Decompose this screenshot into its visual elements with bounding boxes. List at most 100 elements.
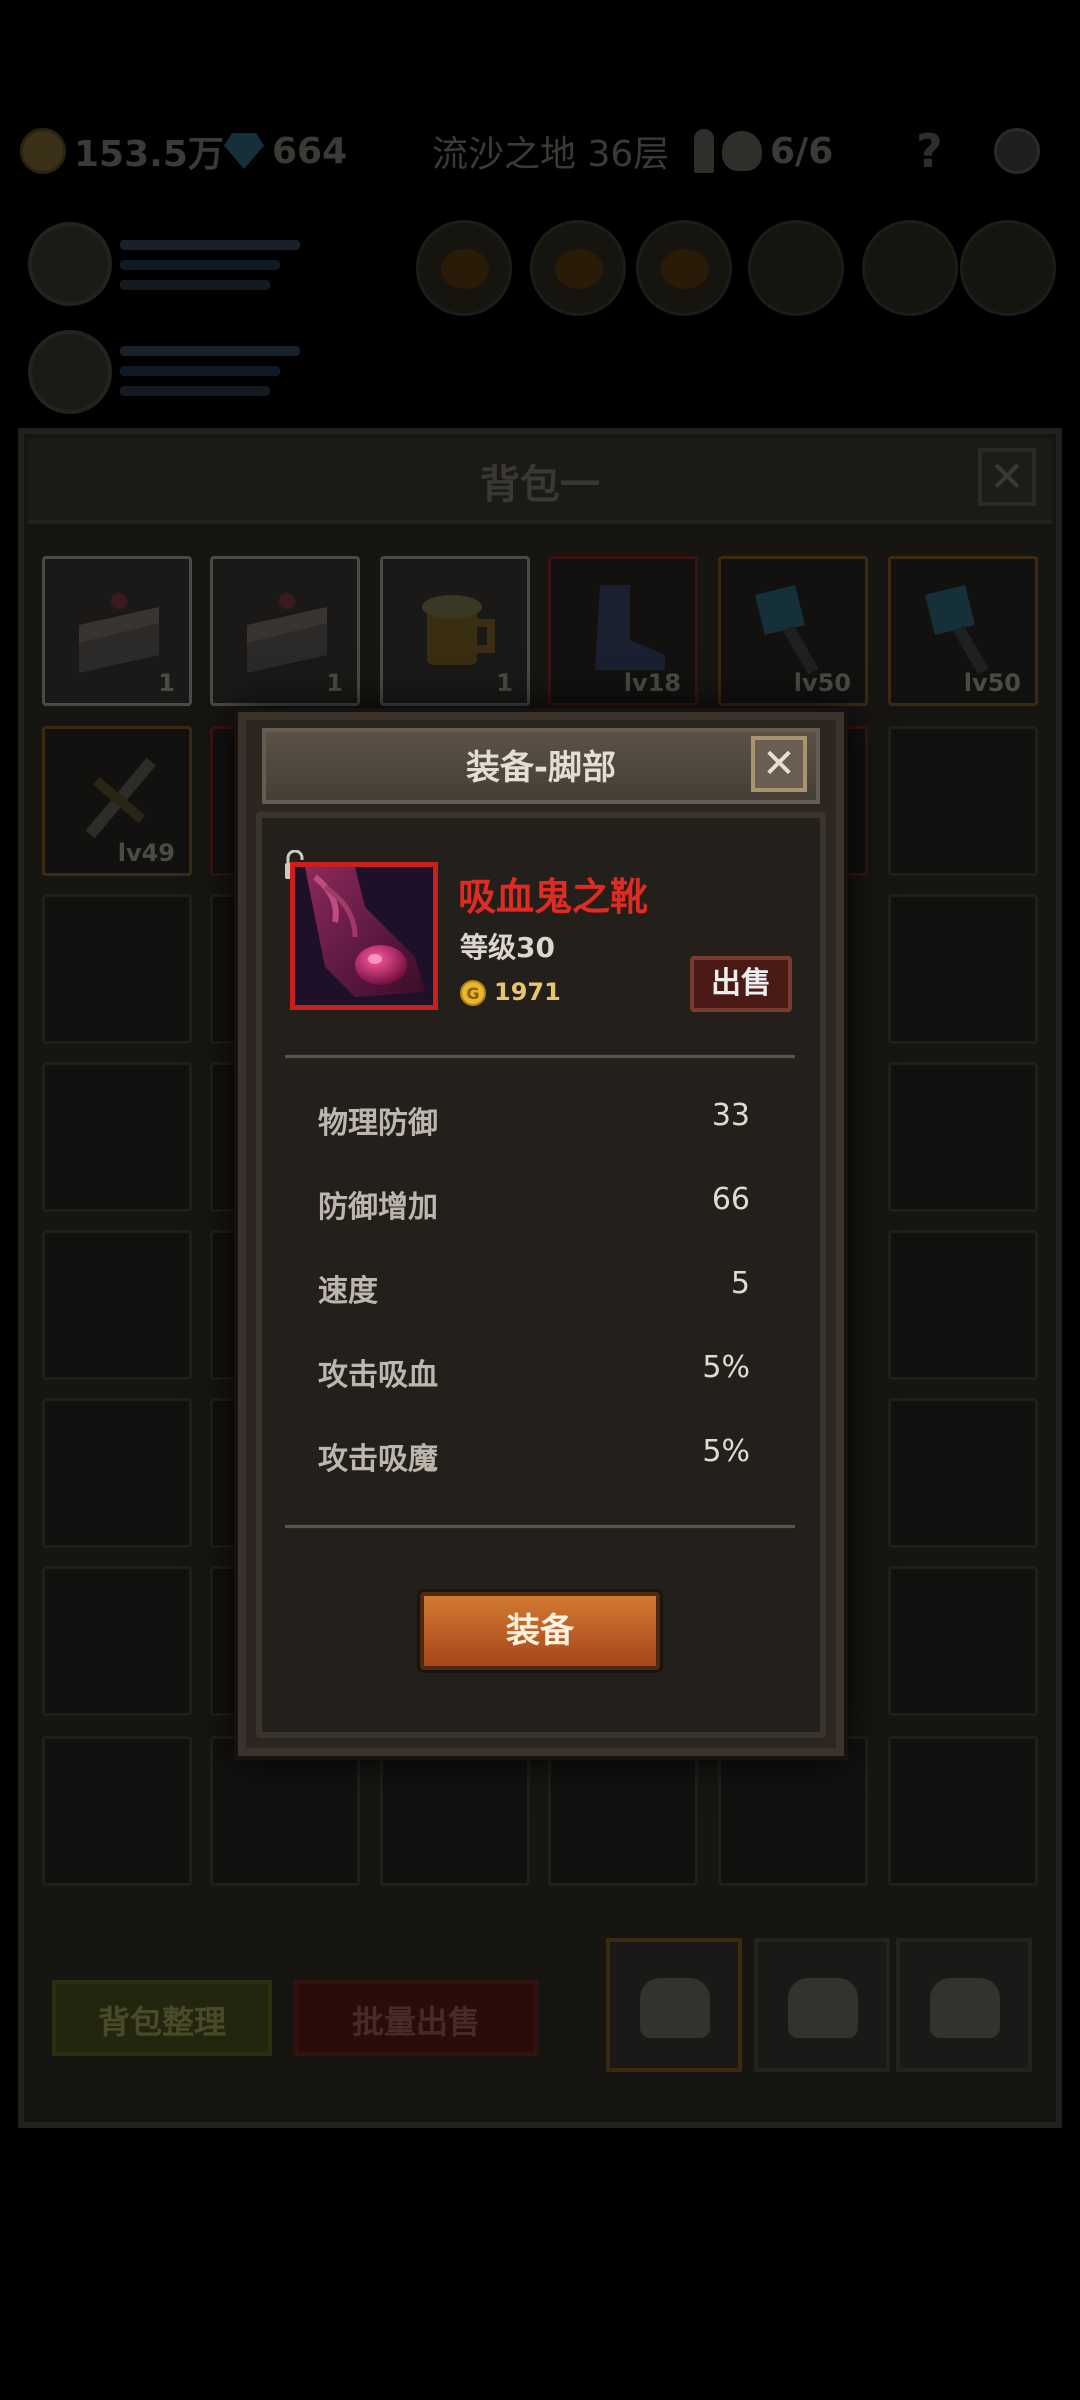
bag-slot[interactable]: lv18 xyxy=(548,556,698,706)
hero-row-2 xyxy=(0,318,1080,438)
bag-slot[interactable] xyxy=(548,1736,698,1886)
stat-value: 5 xyxy=(730,1266,750,1301)
bag-sort-button[interactable]: 背包整理 xyxy=(52,1980,272,2056)
stat-value: 33 xyxy=(711,1098,750,1133)
item-name: 吸血鬼之靴 xyxy=(458,875,649,919)
hero-row-1 xyxy=(0,210,1080,330)
help-button[interactable]: ? xyxy=(916,124,943,178)
bag-slot[interactable] xyxy=(42,1398,192,1548)
cake-icon xyxy=(247,593,327,673)
sword-icon xyxy=(85,757,156,839)
bag-slot[interactable] xyxy=(210,1736,360,1886)
pumpkin-icon xyxy=(441,249,489,289)
pumpkin-icon xyxy=(661,249,709,289)
modal-title: 装备-脚部 xyxy=(465,748,617,788)
equip-slot[interactable] xyxy=(960,220,1056,316)
bag-tab-2[interactable] xyxy=(754,1938,890,2072)
equip-slot[interactable] xyxy=(636,220,732,316)
item-count: 1 xyxy=(496,669,513,697)
bag-slot[interactable] xyxy=(888,1062,1038,1212)
bag-slot[interactable] xyxy=(42,1736,192,1886)
gold-coin-icon xyxy=(20,128,66,174)
keys-skulls-counter: 6/6 xyxy=(694,128,833,174)
bag-close-button[interactable]: ✕ xyxy=(978,448,1036,506)
bag-slot[interactable] xyxy=(888,726,1038,876)
keys-skulls-value: 6/6 xyxy=(770,130,834,172)
equip-slot[interactable] xyxy=(862,220,958,316)
divider xyxy=(285,1524,795,1529)
stat-value: 5% xyxy=(702,1434,750,1469)
backpack-icon xyxy=(788,1978,858,2038)
stat-label: 物理防御 xyxy=(318,1106,438,1141)
bag-slot[interactable]: lv49 xyxy=(42,726,192,876)
question-mark-icon: ? xyxy=(916,124,943,178)
gear-icon xyxy=(994,128,1040,174)
gem-value: 664 xyxy=(272,130,348,172)
bag-slot[interactable] xyxy=(42,1566,192,1716)
mace-icon xyxy=(755,585,819,675)
beer-mug-icon xyxy=(422,595,495,665)
bag-slot[interactable] xyxy=(888,1736,1038,1886)
hero-mp-bar xyxy=(120,366,280,376)
bag-slot[interactable] xyxy=(888,894,1038,1044)
bag-slot[interactable] xyxy=(888,1398,1038,1548)
bag-slot[interactable] xyxy=(42,1062,192,1212)
location-text: 流沙之地 36层 xyxy=(432,134,670,175)
bag-tab-1[interactable] xyxy=(606,1938,742,2072)
bag-slot[interactable] xyxy=(42,894,192,1044)
item-count: 1 xyxy=(158,669,175,697)
backpack-icon xyxy=(640,1978,710,2038)
stat-label: 攻击吸魔 xyxy=(318,1442,438,1477)
stat-label: 攻击吸血 xyxy=(318,1358,438,1393)
bag-slot[interactable] xyxy=(380,1736,530,1886)
cake-icon xyxy=(79,593,159,673)
bag-slot[interactable]: lv50 xyxy=(718,556,868,706)
key-icon xyxy=(694,129,714,173)
equip-slot[interactable] xyxy=(416,220,512,316)
backpack-icon xyxy=(930,1978,1000,2038)
item-level-requirement: 等级30 xyxy=(460,931,555,964)
item-image-frame xyxy=(290,862,438,1010)
item-level: lv50 xyxy=(793,669,851,697)
location-label: 流沙之地 36层 xyxy=(432,128,670,175)
gem-counter: 664 xyxy=(224,128,347,174)
hero-portrait[interactable] xyxy=(28,330,112,414)
stat-value: 66 xyxy=(711,1182,750,1217)
bag-slot[interactable]: 1 xyxy=(42,556,192,706)
item-count: 1 xyxy=(326,669,343,697)
gold-counter: 153.5万 xyxy=(20,128,224,175)
bag-slot[interactable] xyxy=(888,1230,1038,1380)
stat-label: 速度 xyxy=(318,1274,378,1309)
bag-slot[interactable] xyxy=(42,1230,192,1380)
boot-icon xyxy=(595,585,665,670)
item-level: lv49 xyxy=(117,839,175,867)
stat-label: 防御增加 xyxy=(318,1190,438,1225)
equip-button[interactable]: 装备 xyxy=(420,1592,660,1670)
pumpkin-icon xyxy=(555,249,603,289)
vampire-boots-icon xyxy=(295,867,433,1005)
settings-button[interactable] xyxy=(994,128,1040,174)
bag-slot[interactable]: 1 xyxy=(380,556,530,706)
divider xyxy=(285,1054,795,1059)
equip-slot[interactable] xyxy=(530,220,626,316)
bag-slot[interactable] xyxy=(888,1566,1038,1716)
equip-slot[interactable] xyxy=(748,220,844,316)
item-price: 1971 xyxy=(494,978,561,1006)
bulk-sell-button[interactable]: 批量出售 xyxy=(294,1980,538,2056)
item-level: lv18 xyxy=(623,669,681,697)
modal-close-button[interactable]: ✕ xyxy=(751,736,807,792)
hero-hp-bar xyxy=(120,240,300,250)
bag-slot[interactable]: 1 xyxy=(210,556,360,706)
gem-icon xyxy=(224,133,264,169)
bag-tab-3[interactable] xyxy=(896,1938,1032,2072)
bag-title: 背包一 xyxy=(480,462,600,508)
hero-portrait[interactable] xyxy=(28,222,112,306)
hero-mp-bar xyxy=(120,260,280,270)
bag-slot[interactable] xyxy=(718,1736,868,1886)
sell-button[interactable]: 出售 xyxy=(690,956,792,1012)
bag-slot[interactable]: lv50 xyxy=(888,556,1038,706)
mace-icon xyxy=(925,585,989,675)
gold-coin-icon: G xyxy=(460,980,486,1006)
hero-exp-bar xyxy=(120,280,270,290)
skull-icon xyxy=(722,131,762,171)
